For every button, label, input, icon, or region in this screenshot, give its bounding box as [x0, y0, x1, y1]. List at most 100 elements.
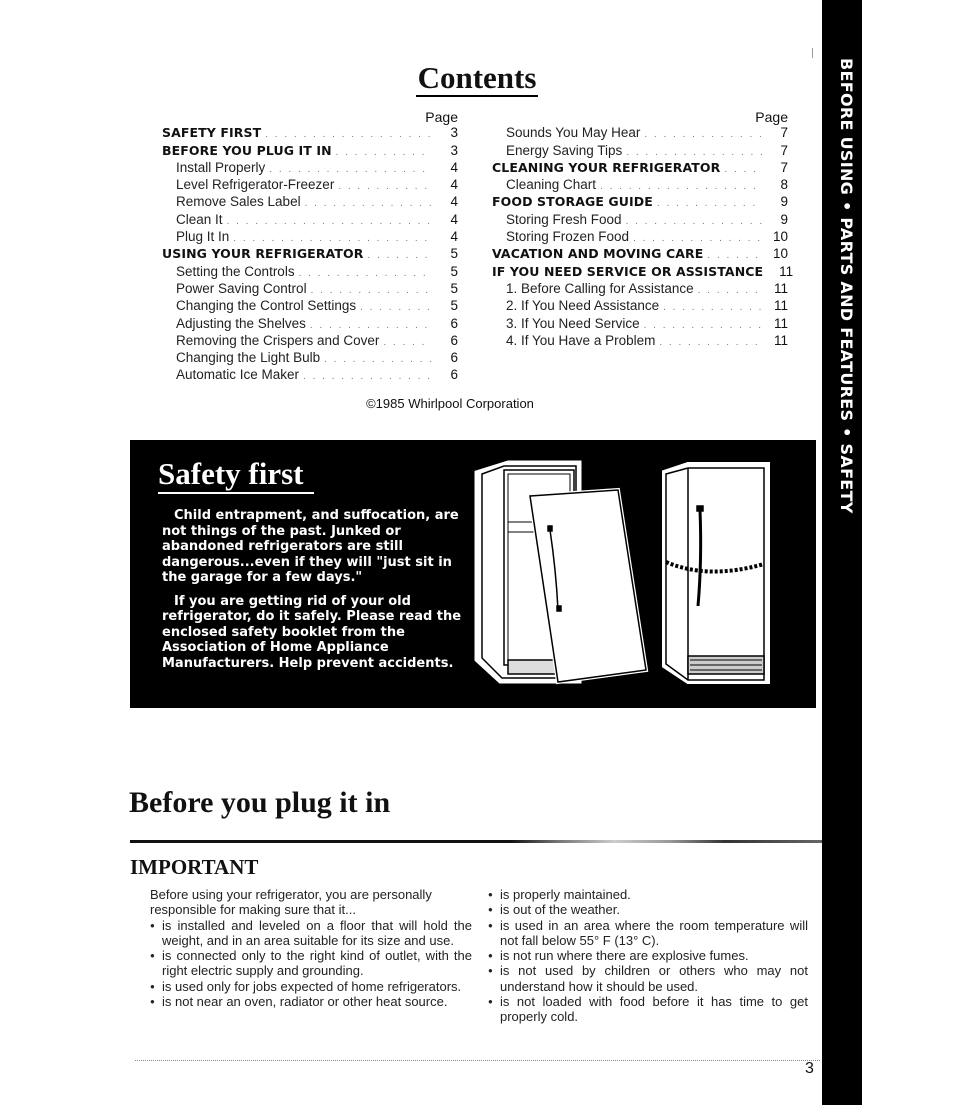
toc-entry-label: BEFORE YOU PLUG IT IN: [162, 142, 332, 158]
toc-entry-label: 4. If You Have a Problem: [506, 332, 656, 348]
toc-entry-label: Changing the Control Settings: [176, 298, 357, 314]
contents-title: Contents: [415, 60, 539, 97]
open-refrigerator-icon: [474, 460, 649, 685]
toc-entry-label: SAFETY FIRST: [162, 125, 262, 141]
toc-entry: Changing the Light Bulb 6: [162, 350, 458, 367]
toc-entry-label: Changing the Light Bulb: [176, 350, 321, 366]
chained-refrigerator-icon: [662, 462, 770, 684]
toc-entry: Sounds You May Hear 7: [492, 125, 788, 142]
toc-entry-page: 7: [780, 125, 788, 141]
requirement-bullet: is not loaded with food before it has ti…: [488, 994, 808, 1025]
toc-entry-label: Cleaning Chart: [506, 177, 597, 193]
requirement-bullet: is not near an oven, radiator or other h…: [150, 994, 472, 1010]
requirements-left-column: Before using your refrigerator, you are …: [150, 887, 472, 1010]
toc-leader-dots: [336, 145, 432, 160]
toc-entry-page: 6: [450, 332, 458, 348]
toc-entry-page: 11: [779, 263, 794, 279]
toc-entry-label: Install Properly: [176, 159, 266, 175]
toc-leader-dots: [600, 179, 762, 194]
toc-entry-label: Storing Frozen Food: [506, 229, 630, 245]
requirements-intro: Before using your refrigerator, you are …: [150, 887, 432, 918]
section-side-tab: BEFORE USING • PARTS AND FEATURES • SAFE…: [822, 0, 862, 1105]
toc-leader-dots: [324, 352, 432, 367]
toc-page-header: Page: [425, 109, 458, 125]
page-number: 3: [805, 1060, 814, 1077]
toc-leader-dots: [663, 300, 762, 315]
requirements-list-left: is installed and leveled on a floor that…: [150, 918, 472, 1010]
toc-entry: 2. If You Need Assistance 11: [492, 298, 788, 315]
toc-leader-dots: [310, 318, 432, 333]
toc-entry-page: 4: [450, 159, 458, 175]
toc-entry-page: 11: [773, 280, 788, 296]
toc-entry: Clean It 4: [162, 212, 458, 229]
toc-entry: Setting the Controls 5: [162, 264, 458, 281]
toc-leader-dots: [299, 266, 432, 281]
footer-rule: [135, 1060, 820, 1062]
toc-entry-page: 7: [780, 159, 788, 175]
requirements-list-right: is properly maintained.is out of the wea…: [488, 887, 808, 1025]
requirement-bullet: is not run where there are explosive fum…: [488, 948, 808, 964]
toc-entry-page: 11: [773, 315, 788, 331]
toc-entry-page: 11: [773, 332, 788, 348]
important-subheading: IMPORTANT: [130, 855, 259, 879]
toc-entry-page: 6: [450, 350, 458, 366]
toc-leader-dots: [311, 283, 432, 298]
toc-entry-label: Level Refrigerator-Freezer: [176, 177, 335, 193]
safety-first-panel: Safety first Child entrapment, and suffo…: [130, 440, 816, 708]
toc-entry-label: Power Saving Control: [176, 280, 307, 296]
toc-entry: Power Saving Control 5: [162, 281, 458, 298]
toc-entry-page: 8: [780, 177, 788, 193]
toc-entry-page: 3: [450, 125, 458, 141]
toc-leader-dots: [383, 335, 432, 350]
toc-entry: IF YOU NEED SERVICE OR ASSISTANCE 11: [492, 263, 793, 281]
toc-leader-dots: [303, 369, 432, 384]
toc-entry: Adjusting the Shelves 6: [162, 316, 458, 333]
toc-leader-dots: [626, 145, 762, 160]
toc-entry-label: 3. If You Need Service: [506, 315, 640, 331]
side-tab-label: BEFORE USING • PARTS AND FEATURES • SAFE…: [837, 58, 856, 514]
requirement-bullet: is properly maintained.: [488, 887, 808, 903]
toc-leader-dots: [724, 162, 762, 177]
requirements-right-column: is properly maintained.is out of the wea…: [488, 887, 808, 1025]
toc-entry-label: Energy Saving Tips: [506, 142, 623, 158]
toc-entry: Plug It In 4: [162, 229, 458, 246]
toc-entry-page: 9: [780, 194, 788, 210]
toc-entry: Cleaning Chart 8: [492, 177, 788, 194]
toc-entry-page: 3: [450, 142, 458, 158]
toc-entry: Install Properly 4: [162, 160, 458, 177]
safety-title: Safety first: [158, 456, 304, 491]
toc-entry: 3. If You Need Service 11: [492, 316, 788, 333]
toc-leader-dots: [367, 248, 432, 263]
toc-entry-page: 10: [772, 229, 788, 245]
toc-entry-label: Sounds You May Hear: [506, 125, 641, 141]
toc-entry-label: IF YOU NEED SERVICE OR ASSISTANCE: [492, 263, 764, 279]
toc-leader-dots: [265, 127, 432, 142]
toc-entry-label: Removing the Crispers and Cover: [176, 332, 380, 348]
requirement-bullet: is out of the weather.: [488, 902, 808, 918]
toc-entry-label: CLEANING YOUR REFRIGERATOR: [492, 159, 721, 175]
toc-entry: FOOD STORAGE GUIDE 9: [492, 194, 788, 211]
toc-leader-dots: [227, 214, 432, 229]
margin-mark: [812, 48, 813, 58]
toc-entry: Automatic Ice Maker 6: [162, 367, 458, 384]
toc-page-header: Page: [755, 109, 788, 125]
toc-entry: Removing the Crispers and Cover 6: [162, 333, 458, 350]
toc-entry-page: 7: [780, 142, 788, 158]
toc-leader-dots: [657, 196, 762, 211]
toc-entry-label: USING YOUR REFRIGERATOR: [162, 246, 364, 262]
toc-leader-dots: [644, 127, 762, 142]
toc-entry-page: 5: [450, 280, 458, 296]
safety-title-underline: [158, 492, 314, 494]
toc-entry-label: Clean It: [176, 211, 223, 227]
toc-leader-dots: [644, 318, 762, 333]
toc-entry: Storing Frozen Food 10: [492, 229, 788, 246]
toc-entry-label: 2. If You Need Assistance: [506, 298, 660, 314]
toc-entry: Storing Fresh Food 9: [492, 212, 788, 229]
toc-leader-dots: [659, 335, 762, 350]
toc-entry: SAFETY FIRST 3: [162, 125, 458, 142]
before-plug-heading: Before you plug it in: [129, 786, 391, 819]
toc-left-column: Page SAFETY FIRST 3 BEFORE YOU PLUG IT IN 3…: [162, 109, 458, 385]
toc-entry-label: Storing Fresh Food: [506, 211, 622, 227]
toc-entry-label: Remove Sales Label: [176, 194, 301, 210]
contents-heading: Contents: [0, 60, 954, 97]
